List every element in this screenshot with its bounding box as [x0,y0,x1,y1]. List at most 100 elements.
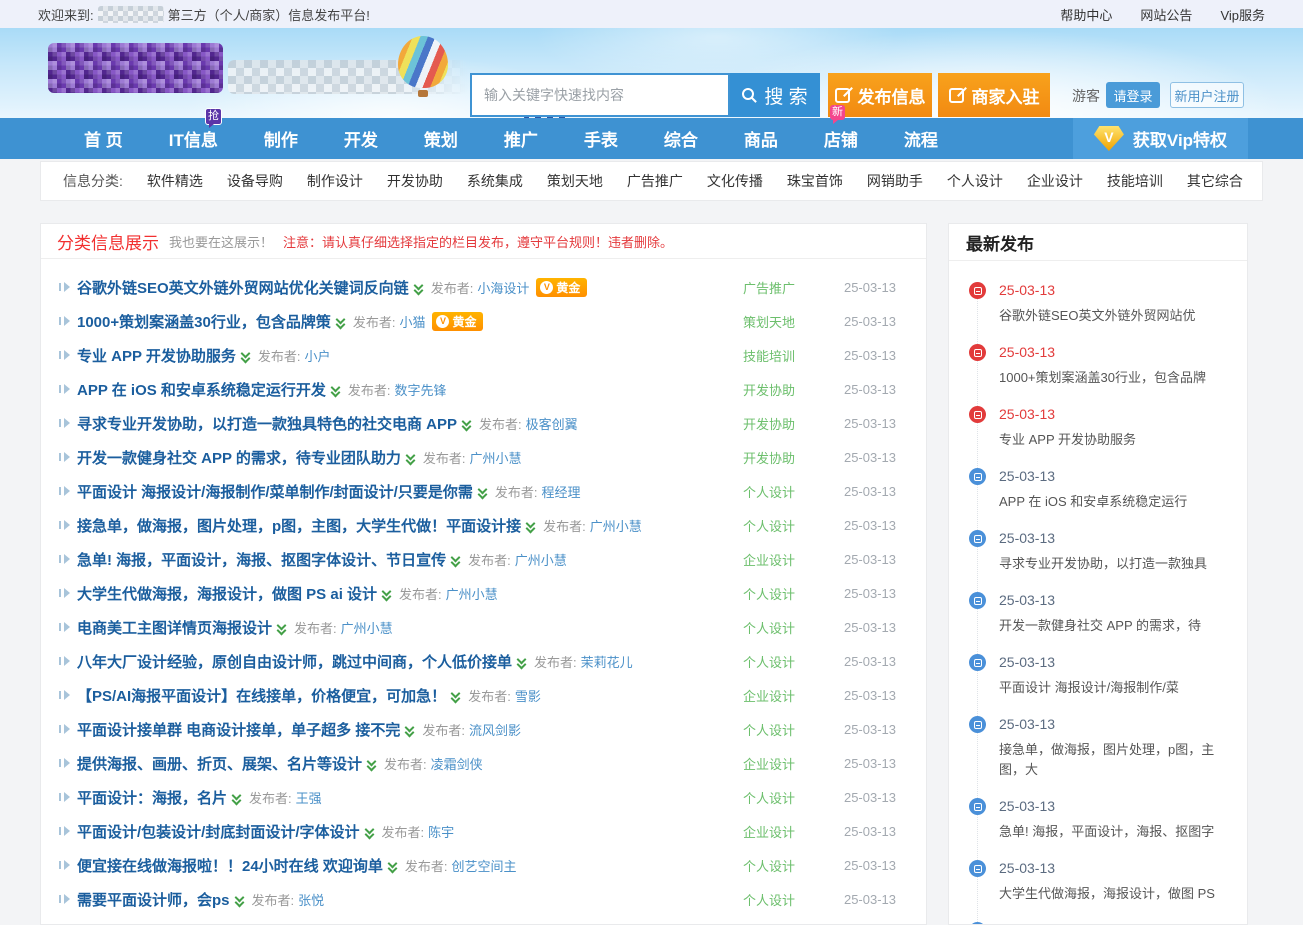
subnav-item[interactable]: 个人设计 [947,171,1003,191]
latest-item-link[interactable]: 大学生代做海报，海报设计，做图 PS [999,884,1231,904]
category-link[interactable]: 个人设计 [724,516,814,535]
double-chevron-down-icon[interactable] [406,452,416,465]
listing-title-link[interactable]: 电商美工主图详情页海报设计 [77,617,272,638]
publisher-link[interactable]: 小猫 [399,312,425,331]
nav-item[interactable]: 推广 [504,126,538,151]
publisher-link[interactable]: 广州小慧 [515,550,567,569]
category-link[interactable]: 个人设计 [724,482,814,501]
double-chevron-down-icon[interactable] [367,758,377,771]
double-chevron-down-icon[interactable] [365,826,375,839]
category-link[interactable]: 广告推广 [724,278,814,297]
category-link[interactable]: 开发协助 [724,380,814,399]
nav-item[interactable]: 制作 [264,126,298,151]
category-link[interactable]: 个人设计 [724,618,814,637]
listing-title-link[interactable]: 开发一款健身社交 APP 的需求，待专业团队助力 [77,447,401,468]
publisher-link[interactable]: 张悦 [298,890,324,909]
merchant-join-button[interactable]: 商家入驻 [938,73,1050,117]
category-link[interactable]: 个人设计 [724,652,814,671]
vip-privilege-button[interactable]: V 获取Vip特权 [1073,118,1248,159]
topbar-link[interactable]: Vip服务 [1220,5,1265,24]
subnav-item[interactable]: 制作设计 [307,171,363,191]
nav-item[interactable]: 首 页 [84,126,123,151]
publisher-link[interactable]: 数字先锋 [395,380,447,399]
listing-title-link[interactable]: 急单! 海报，平面设计，海报、抠图字体设计、节日宣传 [77,549,446,570]
subnav-item[interactable]: 策划天地 [547,171,603,191]
nav-item[interactable]: 综合 [664,126,698,151]
register-button[interactable]: 新用户注册 [1170,82,1244,108]
double-chevron-down-icon[interactable] [388,860,398,873]
publisher-link[interactable]: 程经理 [541,482,580,501]
search-button[interactable]: 搜 索 [730,73,820,117]
double-chevron-down-icon[interactable] [232,792,242,805]
latest-item-link[interactable]: 寻求专业开发协助，以打造一款独具 [999,554,1231,574]
double-chevron-down-icon[interactable] [517,656,527,669]
nav-item[interactable]: 开发 [344,126,378,151]
double-chevron-down-icon[interactable] [451,554,461,567]
latest-item-link[interactable]: 接急单，做海报，图片处理，p图，主图，大 [999,740,1231,780]
listing-title-link[interactable]: 便宜接在线做海报啦！！24小时在线 欢迎询单 [77,855,383,876]
listing-panel-subtitle[interactable]: 我也要在这展示！ [169,232,273,251]
subnav-item[interactable]: 广告推广 [627,171,683,191]
listing-title-link[interactable]: 大学生代做海报，海报设计，做图 PS ai 设计 [77,583,377,604]
search-input[interactable] [470,73,730,117]
nav-item[interactable]: 策划 [424,126,458,151]
latest-item-link[interactable]: APP 在 iOS 和安卓系统稳定运行 [999,492,1231,512]
subnav-item[interactable]: 其它综合 [1187,171,1243,191]
category-link[interactable]: 企业设计 [724,822,814,841]
double-chevron-down-icon[interactable] [526,520,536,533]
double-chevron-down-icon[interactable] [478,486,488,499]
category-link[interactable]: 企业设计 [724,686,814,705]
category-link[interactable]: 开发协助 [724,414,814,433]
topbar-link[interactable]: 帮助中心 [1060,5,1112,24]
latest-item-link[interactable]: 平面设计 海报设计/海报制作/菜 [999,678,1231,698]
double-chevron-down-icon[interactable] [414,282,424,295]
subnav-item[interactable]: 开发协助 [387,171,443,191]
publisher-link[interactable]: 极客创翼 [526,414,578,433]
nav-item[interactable]: 流程 [904,126,938,151]
nav-item[interactable]: 店铺 [824,126,858,151]
listing-title-link[interactable]: 需要平面设计师，会ps [77,889,230,910]
latest-item-link[interactable]: 开发一款健身社交 APP 的需求，待 [999,616,1231,636]
listing-title-link[interactable]: 八年大厂设计经验，原创自由设计师，跳过中间商，个人低价接单 [77,651,512,672]
publisher-link[interactable]: 小户 [305,346,331,365]
category-link[interactable]: 个人设计 [724,856,814,875]
nav-item[interactable]: 手表 [584,126,618,151]
double-chevron-down-icon[interactable] [451,690,461,703]
publisher-link[interactable]: 雪影 [515,686,541,705]
subnav-item[interactable]: 珠宝首饰 [787,171,843,191]
double-chevron-down-icon[interactable] [241,350,251,363]
subnav-item[interactable]: 网销助手 [867,171,923,191]
category-link[interactable]: 个人设计 [724,720,814,739]
listing-title-link[interactable]: 寻求专业开发协助，以打造一款独具特色的社交电商 APP [77,413,457,434]
publisher-link[interactable]: 创艺空间主 [451,856,516,875]
subnav-item[interactable]: 软件精选 [147,171,203,191]
subnav-item[interactable]: 企业设计 [1027,171,1083,191]
double-chevron-down-icon[interactable] [235,894,245,907]
publisher-link[interactable]: 广州小慧 [446,584,498,603]
listing-title-link[interactable]: 平面设计接单群 电商设计接单，单子超多 接不完 [77,719,400,740]
double-chevron-down-icon[interactable] [336,316,346,329]
topbar-link[interactable]: 网站公告 [1140,5,1192,24]
subnav-item[interactable]: 系统集成 [467,171,523,191]
listing-title-link[interactable]: 平面设计：海报，名片 [77,787,227,808]
double-chevron-down-icon[interactable] [382,588,392,601]
publisher-link[interactable]: 流风剑影 [469,720,521,739]
subnav-item[interactable]: 文化传播 [707,171,763,191]
listing-title-link[interactable]: 1000+策划案涵盖30行业，包含品牌策 [77,311,331,332]
category-link[interactable]: 企业设计 [724,754,814,773]
category-link[interactable]: 技能培训 [724,346,814,365]
login-button[interactable]: 请登录 [1106,82,1160,108]
listing-title-link[interactable]: 接急单，做海报，图片处理，p图，主图，大学生代做！平面设计接 [77,515,521,536]
category-link[interactable]: 策划天地 [724,312,814,331]
double-chevron-down-icon[interactable] [331,384,341,397]
publisher-link[interactable]: 广州小慧 [341,618,393,637]
category-link[interactable]: 个人设计 [724,890,814,909]
publisher-link[interactable]: 王强 [296,788,322,807]
latest-item-link[interactable]: 急单! 海报，平面设计，海报、抠图字 [999,822,1231,842]
publisher-link[interactable]: 茉莉花儿 [581,652,633,671]
listing-title-link[interactable]: APP 在 iOS 和安卓系统稳定运行开发 [77,379,326,400]
category-link[interactable]: 个人设计 [724,584,814,603]
listing-title-link[interactable]: 平面设计/包装设计/封底封面设计/字体设计 [77,821,360,842]
double-chevron-down-icon[interactable] [462,418,472,431]
nav-item[interactable]: IT信息 [169,126,218,151]
